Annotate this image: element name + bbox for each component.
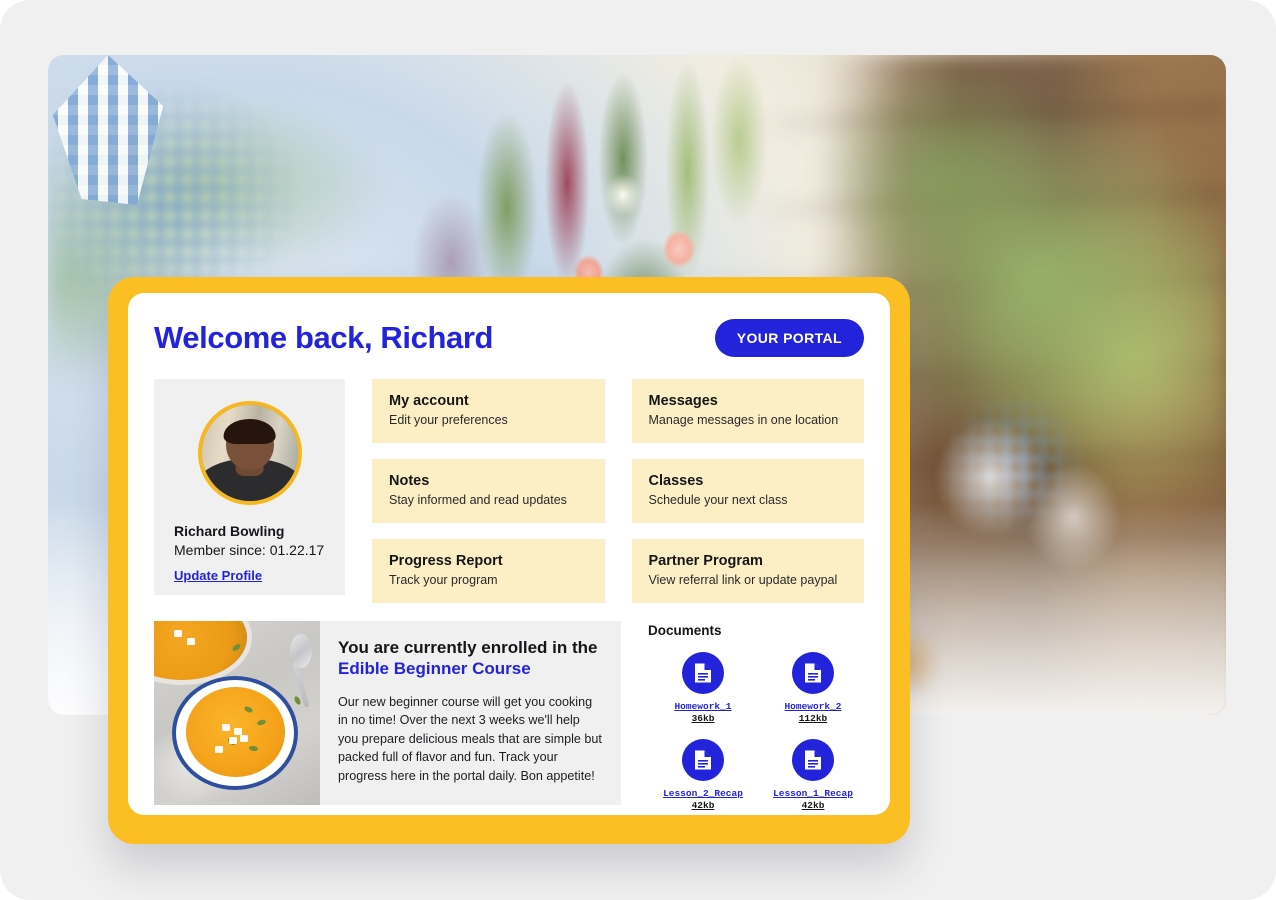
profile-card: Richard Bowling Member since: 01.22.17 U… xyxy=(154,379,345,595)
avatar xyxy=(197,401,302,505)
document-item-lesson-1-recap[interactable]: Lesson_1_Recap 42kb xyxy=(758,739,868,812)
document-size: 42kb xyxy=(801,800,825,812)
document-icon xyxy=(682,739,724,782)
document-size: 36kb xyxy=(691,712,715,724)
portal-card: Welcome back, Richard YOUR PORTAL Richar… xyxy=(128,293,890,815)
tile-subtitle: Track your program xyxy=(389,573,498,587)
feta-cube xyxy=(215,746,224,754)
portal-header: Welcome back, Richard YOUR PORTAL xyxy=(154,319,864,357)
tile-subtitle: View referral link or update paypal xyxy=(648,573,838,587)
tile-title: Classes xyxy=(648,473,704,489)
document-item-homework-2[interactable]: Homework_2 112kb xyxy=(758,652,868,725)
tile-title: My account xyxy=(389,393,469,409)
tile-subtitle: Stay informed and read updates xyxy=(389,493,567,507)
tile-subtitle: Edit your preferences xyxy=(389,413,508,427)
profile-name: Richard Bowling xyxy=(174,523,285,539)
document-name[interactable]: Homework_1 xyxy=(674,701,731,713)
documents-panel: Documents Homework_1 36kb Homework_2 112… xyxy=(648,621,868,812)
tile-title: Messages xyxy=(648,393,718,409)
enrollment-heading-prefix: You are currently enrolled in the xyxy=(338,638,598,657)
tile-title: Partner Program xyxy=(648,553,763,569)
feta-cube xyxy=(222,724,231,732)
document-icon xyxy=(792,739,834,782)
document-icon xyxy=(682,652,724,694)
tile-column-left: My account Edit your preferences Notes S… xyxy=(372,379,605,603)
soup-spoon xyxy=(289,633,312,668)
document-item-homework-1[interactable]: Homework_1 36kb xyxy=(648,652,758,725)
tile-partner-program[interactable]: Partner Program View referral link or up… xyxy=(631,539,864,603)
update-profile-link[interactable]: Update Profile xyxy=(174,568,262,583)
dashboard-lower-grid: You are currently enrolled in the Edible… xyxy=(154,621,864,812)
document-name[interactable]: Homework_2 xyxy=(784,701,841,713)
feta-cube xyxy=(173,630,182,638)
document-icon xyxy=(792,652,834,694)
page-root: Welcome back, Richard YOUR PORTAL Richar… xyxy=(0,0,1276,900)
enrollment-heading: You are currently enrolled in the Edible… xyxy=(338,637,603,680)
feta-cube xyxy=(187,637,196,645)
tile-column-right: Messages Manage messages in one location… xyxy=(631,379,864,603)
document-size: 112kb xyxy=(798,712,828,724)
course-thumbnail-soup xyxy=(154,621,320,805)
enrollment-text-block: You are currently enrolled in the Edible… xyxy=(320,621,621,805)
enrollment-body-text: Our new beginner course will get you coo… xyxy=(338,694,602,784)
document-item-lesson-2-recap[interactable]: Lesson_2_Recap 42kb xyxy=(648,739,758,812)
dashboard-upper-grid: Richard Bowling Member since: 01.22.17 U… xyxy=(154,379,864,603)
enrollment-panel: You are currently enrolled in the Edible… xyxy=(154,621,621,805)
tile-classes[interactable]: Classes Schedule your next class xyxy=(631,459,864,523)
tile-progress-report[interactable]: Progress Report Track your program xyxy=(372,539,605,603)
documents-grid: Homework_1 36kb Homework_2 112kb Lesson_… xyxy=(648,652,868,812)
tile-notes[interactable]: Notes Stay informed and read updates xyxy=(372,459,605,523)
profile-member-since: Member since: 01.22.17 xyxy=(174,542,325,558)
your-portal-button[interactable]: YOUR PORTAL xyxy=(714,319,864,357)
document-size: 42kb xyxy=(691,800,715,812)
tile-title: Progress Report xyxy=(389,553,503,569)
tile-title: Notes xyxy=(389,473,430,489)
enrolled-course-name[interactable]: Edible Beginner Course xyxy=(338,659,531,678)
portal-yellow-frame: Welcome back, Richard YOUR PORTAL Richar… xyxy=(108,277,910,844)
feta-cube xyxy=(233,727,242,735)
page-title: Welcome back, Richard xyxy=(154,319,494,355)
feta-cube xyxy=(228,736,237,744)
document-name[interactable]: Lesson_2_Recap xyxy=(663,788,743,800)
documents-section-title: Documents xyxy=(648,623,722,638)
document-name[interactable]: Lesson_1_Recap xyxy=(773,788,853,800)
tile-subtitle: Manage messages in one location xyxy=(648,413,839,427)
feta-cube xyxy=(240,735,249,743)
tile-subtitle: Schedule your next class xyxy=(648,493,788,507)
tile-my-account[interactable]: My account Edit your preferences xyxy=(372,379,605,443)
tile-messages[interactable]: Messages Manage messages in one location xyxy=(631,379,864,443)
